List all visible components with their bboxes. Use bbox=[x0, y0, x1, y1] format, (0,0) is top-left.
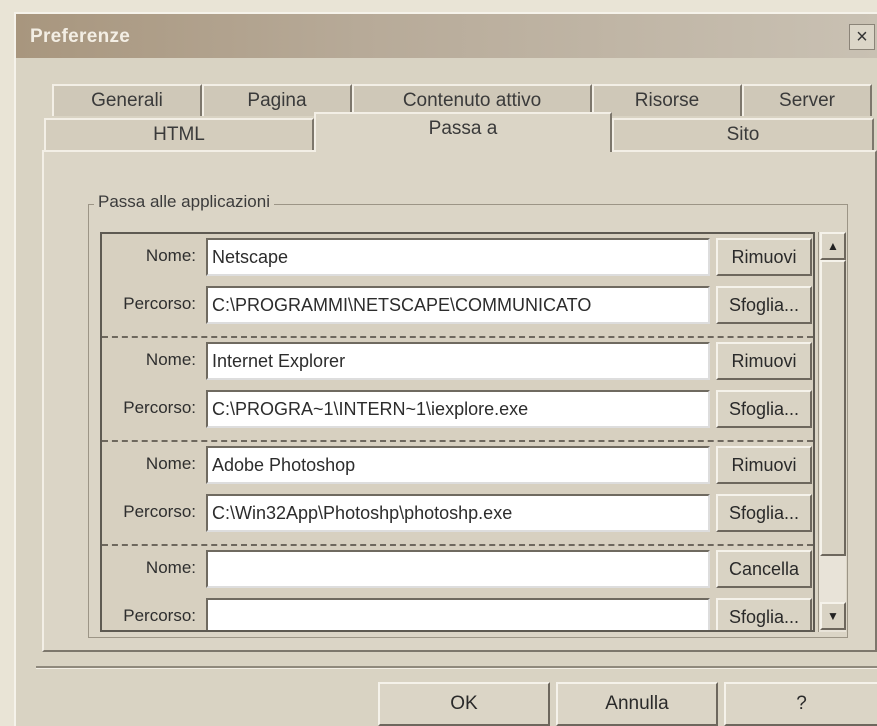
name-field[interactable]: Adobe Photoshop bbox=[206, 446, 710, 484]
tab-label: Server bbox=[779, 90, 835, 111]
clear-button[interactable]: Cancella bbox=[716, 550, 812, 588]
list-item: Nome: Netscape Rimuovi Percorso: C:\PROG… bbox=[102, 234, 813, 338]
tab-sito[interactable]: Sito bbox=[612, 118, 874, 150]
list-item: Nome: Internet Explorer Rimuovi Percorso… bbox=[102, 338, 813, 442]
path-field[interactable] bbox=[206, 598, 710, 630]
close-icon[interactable]: × bbox=[849, 24, 875, 50]
browse-button[interactable]: Sfoglia... bbox=[716, 286, 812, 324]
name-field[interactable] bbox=[206, 550, 710, 588]
cancel-button[interactable]: Annulla bbox=[556, 682, 718, 726]
tab-label: Pagina bbox=[247, 90, 307, 111]
path-label: Percorso: bbox=[123, 294, 196, 313]
window-title: Preferenze bbox=[30, 26, 131, 47]
browse-button[interactable]: Sfoglia... bbox=[716, 598, 812, 630]
scroll-thumb[interactable] bbox=[820, 260, 846, 556]
group-label: Passa alle applicazioni bbox=[94, 192, 274, 212]
remove-button[interactable]: Rimuovi bbox=[716, 446, 812, 484]
tab-server[interactable]: Server bbox=[742, 84, 872, 116]
name-label: Nome: bbox=[145, 246, 196, 265]
tab-panel: Passa alle applicazioni Nome: Netscape R… bbox=[42, 150, 877, 652]
tab-risorse[interactable]: Risorse bbox=[592, 84, 742, 116]
tab-passa-a[interactable]: Passa a bbox=[314, 112, 612, 152]
name-field[interactable]: Netscape bbox=[206, 238, 710, 276]
tab-label: Passa a bbox=[428, 118, 498, 139]
title-bar[interactable]: Preferenze × bbox=[16, 14, 877, 58]
separator bbox=[36, 666, 877, 669]
path-label: Percorso: bbox=[123, 502, 196, 521]
help-button[interactable]: ? bbox=[724, 682, 877, 726]
tab-label: Contenuto attivo bbox=[402, 90, 542, 111]
browse-button[interactable]: Sfoglia... bbox=[716, 494, 812, 532]
path-field[interactable]: C:\PROGRAMMI\NETSCAPE\COMMUNICATO bbox=[206, 286, 710, 324]
tab-html[interactable]: HTML bbox=[44, 118, 314, 150]
preferences-dialog: Preferenze × Generali Pagina Contenuto a… bbox=[14, 12, 877, 726]
scroll-up-icon[interactable]: ▲ bbox=[820, 232, 846, 260]
applications-list: Nome: Netscape Rimuovi Percorso: C:\PROG… bbox=[100, 232, 815, 632]
browse-button[interactable]: Sfoglia... bbox=[716, 390, 812, 428]
tab-label: HTML bbox=[153, 124, 205, 145]
path-field[interactable]: C:\Win32App\Photoshp\photoshp.exe bbox=[206, 494, 710, 532]
path-field[interactable]: C:\PROGRA~1\INTERN~1\iexplore.exe bbox=[206, 390, 710, 428]
ok-button[interactable]: OK bbox=[378, 682, 550, 726]
list-item: Nome: Cancella Percorso: Sfoglia... bbox=[102, 546, 813, 630]
vertical-scrollbar[interactable]: ▲ ▼ bbox=[818, 232, 846, 632]
name-label: Nome: bbox=[145, 558, 196, 577]
tab-label: Risorse bbox=[634, 90, 700, 111]
path-label: Percorso: bbox=[123, 606, 196, 625]
name-label: Nome: bbox=[145, 454, 196, 473]
name-label: Nome: bbox=[145, 350, 196, 369]
scroll-down-icon[interactable]: ▼ bbox=[820, 602, 846, 630]
name-field[interactable]: Internet Explorer bbox=[206, 342, 710, 380]
tab-label: Generali bbox=[91, 90, 163, 111]
remove-button[interactable]: Rimuovi bbox=[716, 238, 812, 276]
list-item: Nome: Adobe Photoshop Rimuovi Percorso: … bbox=[102, 442, 813, 546]
remove-button[interactable]: Rimuovi bbox=[716, 342, 812, 380]
tab-label: Sito bbox=[726, 124, 760, 145]
path-label: Percorso: bbox=[123, 398, 196, 417]
tab-generali[interactable]: Generali bbox=[52, 84, 202, 116]
